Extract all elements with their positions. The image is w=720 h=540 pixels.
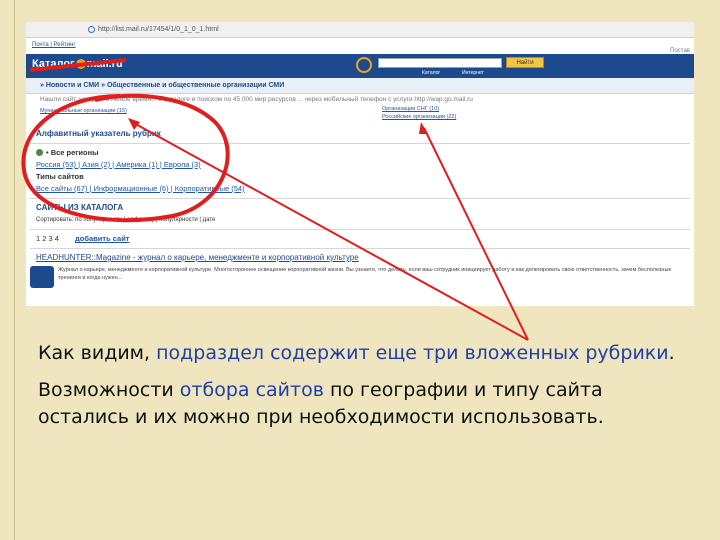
underline-stroke <box>29 58 127 72</box>
caption-accent: отбора сайтов <box>179 379 324 401</box>
caption-paragraph-1: Как видим, подраздел содержит еще три вл… <box>38 340 698 367</box>
arrow-right-head <box>419 122 428 134</box>
annotation-layer <box>21 58 529 341</box>
arrow-left-line <box>131 121 529 341</box>
slide-caption: Как видим, подраздел содержит еще три вл… <box>38 340 698 441</box>
caption-paragraph-2: Возможности отбора сайтов по географии и… <box>38 377 698 431</box>
caption-text: Как видим, <box>38 342 157 364</box>
arrow-left-head <box>128 118 140 130</box>
arrow-right-line <box>423 127 529 341</box>
caption-text: . <box>668 342 675 364</box>
caption-text: Возможности <box>38 379 180 401</box>
caption-accent: подраздел содержит еще три вложенных руб… <box>156 342 669 364</box>
